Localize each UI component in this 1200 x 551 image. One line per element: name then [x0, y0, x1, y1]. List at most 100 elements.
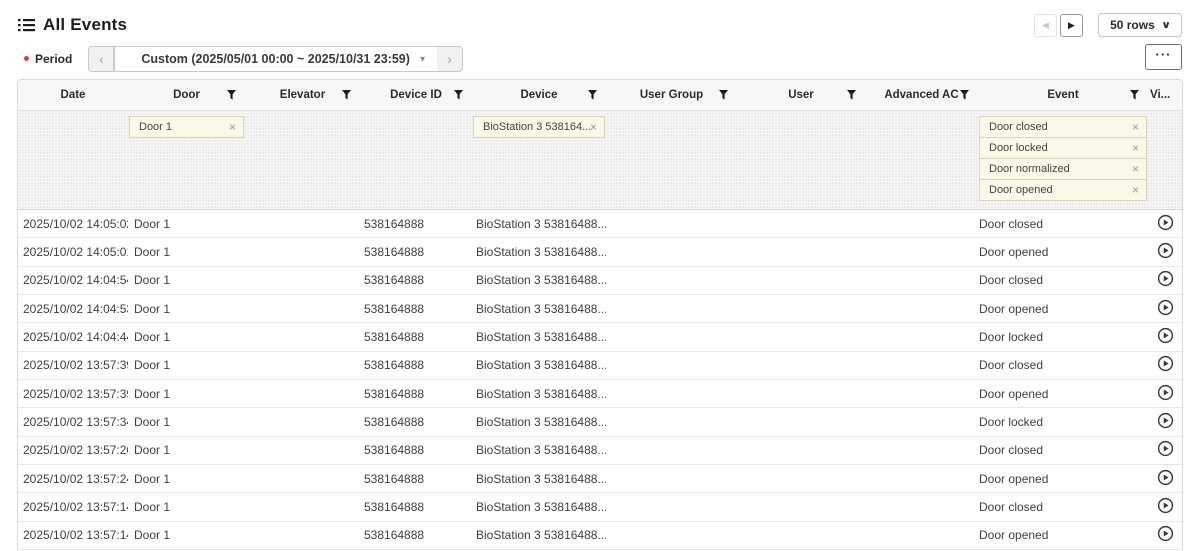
cell-elevator — [245, 437, 360, 464]
close-icon[interactable]: × — [590, 121, 597, 133]
table-row: 2025/10/02 13:57:39 Door 1 538164888 Bio… — [18, 352, 1182, 380]
cell-device: BioStation 3 53816488... — [472, 408, 606, 435]
column-header-label: Date — [61, 89, 86, 101]
cell-date: 2025/10/02 14:05:02 — [18, 210, 128, 237]
cell-user — [737, 295, 865, 322]
cell-date: 2025/10/02 14:04:44 — [18, 323, 128, 350]
chevron-right-icon: › — [447, 51, 452, 67]
chevron-down-icon: ∨ — [1161, 20, 1171, 31]
video-play-button[interactable] — [1157, 384, 1174, 404]
cell-user — [737, 267, 865, 294]
video-play-button[interactable] — [1157, 242, 1174, 262]
column-header[interactable]: Device ID — [360, 80, 472, 110]
column-header[interactable]: User — [737, 80, 865, 110]
cell-device: BioStation 3 53816488... — [472, 295, 606, 322]
column-header[interactable]: Device — [472, 80, 606, 110]
cell-video — [1148, 437, 1182, 464]
column-header[interactable]: Door — [128, 80, 245, 110]
period-select[interactable]: Custom (2025/05/01 00:00 ~ 2025/10/31 23… — [114, 46, 437, 72]
cell-device-id: 538164888 — [360, 210, 472, 237]
filter-cell: Door 1 × — [128, 116, 245, 138]
filter-chip-label: Door normalized — [989, 163, 1070, 175]
column-header[interactable]: Vi... — [1148, 80, 1182, 110]
cell-device: BioStation 3 53816488... — [472, 210, 606, 237]
column-header-label: Advanced AC — [884, 89, 958, 101]
play-icon — [1157, 440, 1174, 460]
cell-elevator — [245, 295, 360, 322]
cell-video — [1148, 267, 1182, 294]
close-icon[interactable]: × — [1132, 184, 1139, 196]
video-play-button[interactable] — [1157, 299, 1174, 319]
column-header[interactable]: User Group — [606, 80, 737, 110]
filter-funnel-icon[interactable] — [847, 90, 856, 100]
cell-device-id: 538164888 — [360, 295, 472, 322]
column-header[interactable]: Advanced AC — [865, 80, 978, 110]
cell-event: Door opened — [978, 522, 1148, 549]
more-options-button[interactable]: ··· — [1145, 44, 1182, 70]
video-play-button[interactable] — [1157, 355, 1174, 375]
filter-funnel-icon[interactable] — [588, 90, 597, 100]
video-play-button[interactable] — [1157, 214, 1174, 234]
filter-funnel-icon[interactable] — [342, 90, 351, 100]
cell-user-group — [606, 295, 737, 322]
prev-page-button[interactable]: ◀ — [1034, 14, 1057, 37]
column-header[interactable]: Event — [978, 80, 1148, 110]
cell-user — [737, 380, 865, 407]
video-play-button[interactable] — [1157, 469, 1174, 489]
close-icon[interactable]: × — [1132, 121, 1139, 133]
cell-door: Door 1 — [128, 522, 245, 549]
cell-door: Door 1 — [128, 238, 245, 265]
cell-user-group — [606, 210, 737, 237]
filter-funnel-icon[interactable] — [719, 90, 728, 100]
video-play-button[interactable] — [1157, 270, 1174, 290]
cell-device: BioStation 3 53816488... — [472, 380, 606, 407]
filter-chip-label: Door 1 — [139, 121, 172, 133]
filter-funnel-icon[interactable] — [454, 90, 463, 100]
cell-advanced-ac — [865, 437, 978, 464]
chevron-left-icon: ‹ — [99, 51, 104, 67]
period-next-button[interactable]: › — [437, 46, 463, 72]
table-row: 2025/10/02 14:05:02 Door 1 538164888 Bio… — [18, 210, 1182, 238]
close-icon[interactable]: × — [1132, 142, 1139, 154]
video-play-button[interactable] — [1157, 440, 1174, 460]
rows-per-page-select[interactable]: 50 rows ∨ — [1098, 13, 1182, 37]
cell-event: Door closed — [978, 437, 1148, 464]
cell-user-group — [606, 323, 737, 350]
cell-door: Door 1 — [128, 465, 245, 492]
column-header[interactable]: Elevator — [245, 80, 360, 110]
filter-funnel-icon[interactable] — [960, 90, 969, 100]
cell-door: Door 1 — [128, 408, 245, 435]
cell-advanced-ac — [865, 380, 978, 407]
filter-funnel-icon[interactable] — [1130, 90, 1139, 100]
cell-video — [1148, 522, 1182, 549]
play-icon — [1157, 214, 1174, 234]
cell-elevator — [245, 323, 360, 350]
cell-elevator — [245, 493, 360, 520]
cell-event: Door closed — [978, 493, 1148, 520]
period-control: ‹ Custom (2025/05/01 00:00 ~ 2025/10/31 … — [88, 46, 463, 72]
cell-elevator — [245, 267, 360, 294]
filter-funnel-icon[interactable] — [227, 90, 236, 100]
cell-user-group — [606, 522, 737, 549]
video-play-button[interactable] — [1157, 412, 1174, 432]
cell-date: 2025/10/02 13:57:39 — [18, 352, 128, 379]
filter-chip: Door opened × — [979, 179, 1147, 201]
video-play-button[interactable] — [1157, 525, 1174, 545]
play-icon — [1157, 469, 1174, 489]
cell-user-group — [606, 408, 737, 435]
events-table: Date Door Elevator Device ID Device — [17, 79, 1183, 550]
table-row: 2025/10/02 14:04:53 Door 1 538164888 Bio… — [18, 295, 1182, 323]
table-row: 2025/10/02 14:05:01 Door 1 538164888 Bio… — [18, 238, 1182, 266]
video-play-button[interactable] — [1157, 497, 1174, 517]
cell-door: Door 1 — [128, 437, 245, 464]
close-icon[interactable]: × — [1132, 163, 1139, 175]
cell-user-group — [606, 380, 737, 407]
filter-chip: BioStation 3 538164... × — [473, 116, 605, 138]
cell-user-group — [606, 352, 737, 379]
column-header-label: Device ID — [390, 89, 442, 101]
close-icon[interactable]: × — [229, 121, 236, 133]
video-play-button[interactable] — [1157, 327, 1174, 347]
column-header[interactable]: Date — [18, 80, 128, 110]
next-page-button[interactable]: ▶ — [1060, 14, 1083, 37]
period-prev-button[interactable]: ‹ — [88, 46, 114, 72]
